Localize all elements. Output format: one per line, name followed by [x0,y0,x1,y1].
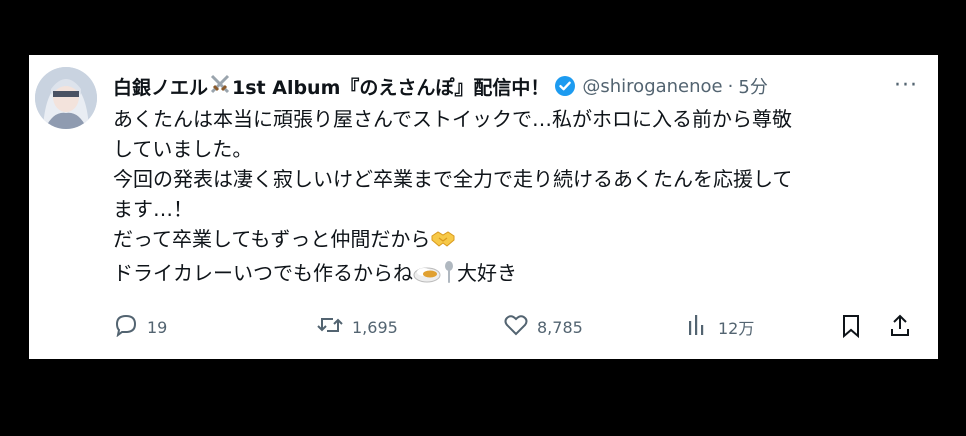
retweet-count: 1,695 [352,317,398,337]
retweet-icon [316,313,344,341]
tweet-card[interactable]: 白銀ノエル 1st Album『のえさんぽ』配信中！ @shiroganenoe… [29,55,938,359]
handle[interactable]: @shiroganenoe [582,76,722,97]
handshake-icon [430,226,456,258]
tweet-line-6: ドライカレーいつでも作るからね [113,261,413,285]
reply-icon [113,313,139,341]
avatar-image [35,67,97,129]
verified-badge-icon [554,75,576,97]
tweet-line-2: していました。 [113,137,253,161]
tweet-header: 白銀ノエル 1st Album『のえさんぽ』配信中！ @shiroganenoe… [113,71,918,101]
reply-button[interactable]: 19 [113,313,167,341]
bookmark-button[interactable] [839,313,863,343]
display-name[interactable]: 白銀ノエル [113,73,208,100]
tweet-line-5-wrap: だって卒業してもずっと仲間だから [113,224,913,258]
bookmark-icon [839,313,863,343]
heart-icon [503,313,529,341]
views-count: 12万 [718,319,755,338]
separator: · [727,75,734,97]
display-name-suffix[interactable]: 1st Album『のえさんぽ』配信中！ [232,73,549,100]
like-count: 8,785 [537,317,583,337]
timestamp[interactable]: 5分 [738,73,767,99]
like-button[interactable]: 8,785 [503,313,583,341]
views-button[interactable]: 12万 [686,313,754,341]
tweet-actions: 19 1,695 8,785 12万 [113,313,918,343]
more-options-icon[interactable]: ··· [894,73,918,98]
retweet-button[interactable]: 1,695 [316,313,398,341]
views-icon [686,313,710,341]
share-button[interactable] [888,313,912,343]
reply-count: 19 [147,317,168,337]
curry-rice-icon [413,260,441,292]
crossed-swords-icon [208,72,232,101]
tweet-line-5: だって卒業してもずっと仲間だから [113,227,431,251]
avatar[interactable] [35,67,97,129]
tweet-line-1: あくたんは本当に頑張り屋さんでストイックで…私がホロに入る前から尊敬 [113,107,792,131]
tweet-text: あくたんは本当に頑張り屋さんでストイックで…私がホロに入る前から尊敬 していまし… [113,104,913,292]
tweet-line-4: ます…！ [113,197,193,221]
spoon-icon [441,260,457,292]
tweet-line-7: 大好き [457,261,517,285]
tweet-line-3: 今回の発表は凄く寂しいけど卒業まで全力で走り続けるあくたんを応援して [113,167,793,191]
share-icon [888,313,912,343]
tweet-line-6-wrap: ドライカレーいつでも作るからね 大好き [113,258,913,292]
